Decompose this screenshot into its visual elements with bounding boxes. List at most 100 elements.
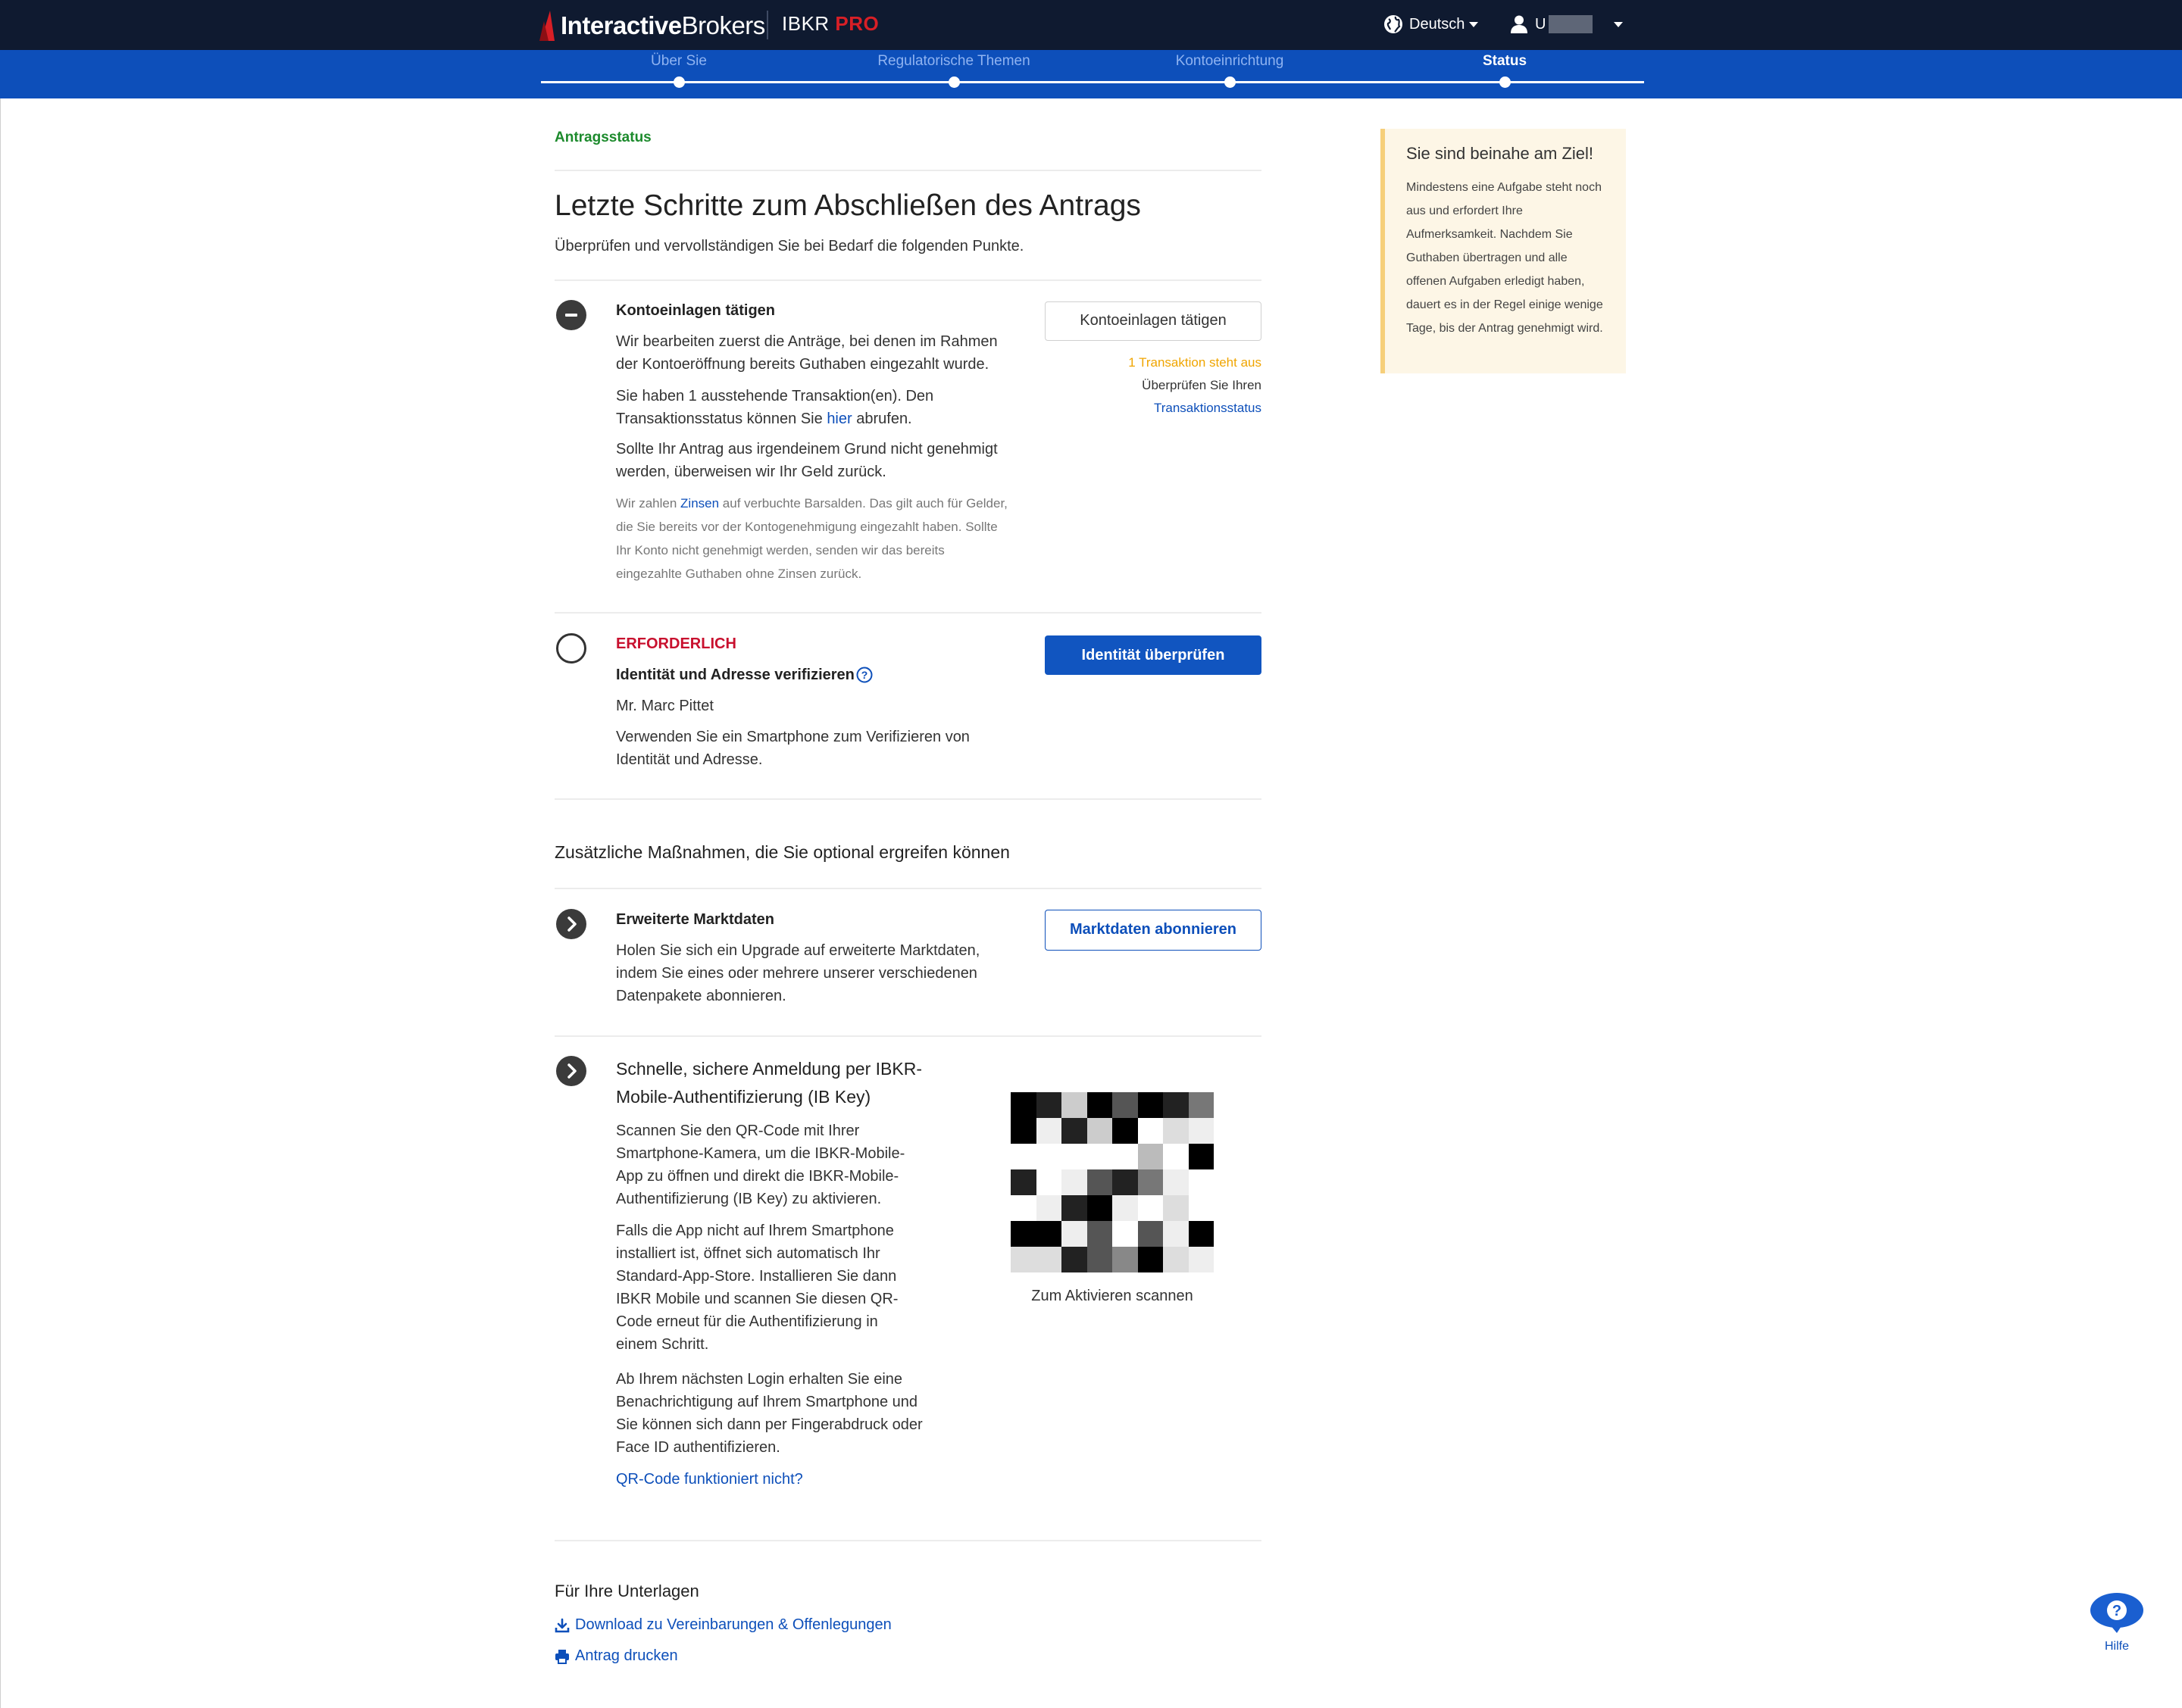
qr-cell [1163,1118,1189,1144]
qr-cell [1011,1144,1036,1169]
minus-icon [556,300,586,330]
print-icon [555,1649,569,1664]
task-deposit-title: Kontoeinlagen tätigen [616,302,775,319]
qr-cell [1061,1195,1087,1221]
task-deposit-p3: Sollte Ihr Antrag aus irgendeinem Grund … [616,441,998,480]
qr-cell [1188,1169,1214,1195]
svg-text:?: ? [2112,1603,2121,1619]
divider [555,1540,1261,1541]
qr-cell [1163,1221,1189,1247]
qr-cell [1086,1169,1112,1195]
progress-notice: Sie sind beinahe am Ziel! Mindestens ein… [1380,129,1626,373]
qr-cell [1163,1144,1189,1169]
ibkey-p2: Falls die App nicht auf Ihrem Smartphone… [616,1222,899,1353]
qr-cell [1188,1144,1214,1169]
qr-cell [1011,1247,1036,1272]
qr-cell [1163,1169,1189,1195]
page-lead: Überprüfen und vervollständigen Sie bei … [555,238,1024,254]
user-menu[interactable]: U [1511,11,1624,38]
step-label-regulatory[interactable]: Regulatorische Themen [840,53,1068,70]
transaction-status-link[interactable]: Transaktionsstatus [1154,401,1261,415]
qr-cell [1036,1144,1061,1169]
optional-heading: Zusätzliche Maßnahmen, die Sie optional … [555,842,1010,862]
qr-cell [1036,1169,1061,1195]
qr-cell [1011,1118,1036,1144]
step-dot-status [1499,77,1511,88]
task-deposit-p2: Sie haben 1 ausstehende Transaktion(en).… [616,388,934,427]
qr-cell [1137,1092,1163,1118]
qr-cell [1061,1092,1087,1118]
check-status-text: Überprüfen Sie Ihren [1142,378,1261,392]
chevron-right-icon[interactable] [556,909,586,939]
interest-link[interactable]: Zinsen [680,496,719,511]
divider [555,612,1261,614]
logo-text: InteractiveBrokers [561,11,765,39]
help-bubble-icon: ? [2090,1593,2143,1633]
chevron-right-icon[interactable] [556,1056,586,1086]
qr-cell [1188,1092,1214,1118]
qr-cell [1011,1092,1036,1118]
step-label-about[interactable]: Über Sie [565,53,792,70]
qr-caption: Zum Aktivieren scannen [1031,1288,1193,1304]
qr-cell [1137,1118,1163,1144]
download-icon [555,1618,570,1632]
qr-cell [1061,1144,1087,1169]
step-dot-regulatory [948,77,960,88]
transaction-status-link-wrap: Transaktionsstatus [1154,397,1261,420]
qr-cell [1112,1247,1138,1272]
divider [555,888,1261,889]
qr-cell [1188,1247,1214,1272]
qr-cell [1137,1144,1163,1169]
qr-cell [1086,1092,1112,1118]
qr-cell [1086,1144,1112,1169]
subscribe-market-data-button[interactable]: Marktdaten abonnieren [1045,910,1261,951]
help-widget[interactable]: ? Hilfe [2088,1592,2146,1653]
qr-not-working-link[interactable]: QR-Code funktioniert nicht? [616,1471,803,1488]
globe-icon [1384,15,1402,33]
qr-cell [1011,1169,1036,1195]
print-application-link[interactable]: Antrag drucken [555,1647,678,1665]
qr-cell [1163,1195,1189,1221]
transactions-here-link[interactable]: hier [827,411,852,427]
qr-cell [1112,1118,1138,1144]
qr-cell [1137,1247,1163,1272]
ibkey-p1: Scannen Sie den QR-Code mit Ihrer Smartp… [616,1123,905,1207]
qr-cell [1036,1118,1061,1144]
notice-title: Sie sind beinahe am Ziel! [1406,144,1594,163]
divider [555,279,1261,281]
qr-cell [1086,1221,1112,1247]
applicant-name: Mr. Marc Pittet [616,698,714,714]
qr-cell [1112,1144,1138,1169]
question-circle-icon[interactable]: ? [856,667,873,683]
top-navbar: InteractiveBrokers IBKR PRO Deutsch U [0,0,2182,50]
qr-cell [1188,1118,1214,1144]
page-title: Letzte Schritte zum Abschließen des Antr… [555,189,1141,222]
make-deposit-button[interactable]: Kontoeinlagen tätigen [1045,301,1261,341]
qr-cell [1086,1247,1112,1272]
language-label: Deutsch [1409,15,1465,33]
qr-cell [1061,1221,1087,1247]
verify-identity-button[interactable]: Identität überprüfen [1045,635,1261,675]
step-dot-account-setup [1224,77,1236,88]
chevron-down-icon [1469,21,1479,27]
step-label-account-setup[interactable]: Kontoeinrichtung [1116,53,1343,70]
qr-cell [1036,1195,1061,1221]
qr-cell [1137,1221,1163,1247]
task-identity-desc: Verwenden Sie ein Smartphone zum Verifiz… [616,729,970,768]
step-label-status[interactable]: Status [1391,53,1618,70]
qr-help-link-wrap: QR-Code funktioniert nicht? [616,1468,803,1491]
qr-cell [1137,1169,1163,1195]
task-deposit-interest-note: Wir zahlen Zinsen auf verbuchte Barsalde… [616,496,1008,581]
svg-text:?: ? [861,669,868,681]
download-agreements-link[interactable]: Download zu Vereinbarungen & Offenlegung… [555,1616,892,1634]
user-id-prefix: U [1535,15,1546,33]
language-selector[interactable]: Deutsch [1383,11,1479,38]
qr-cell [1112,1092,1138,1118]
ibkr-logo[interactable]: InteractiveBrokers [539,9,765,42]
ibkey-p3: Ab Ihrem nächsten Login erhalten Sie ein… [616,1371,923,1456]
records-heading: Für Ihre Unterlagen [555,1582,699,1600]
qr-cell [1188,1221,1214,1247]
divider [555,798,1261,800]
qr-cell [1036,1221,1061,1247]
help-label: Hilfe [2104,1640,2129,1653]
